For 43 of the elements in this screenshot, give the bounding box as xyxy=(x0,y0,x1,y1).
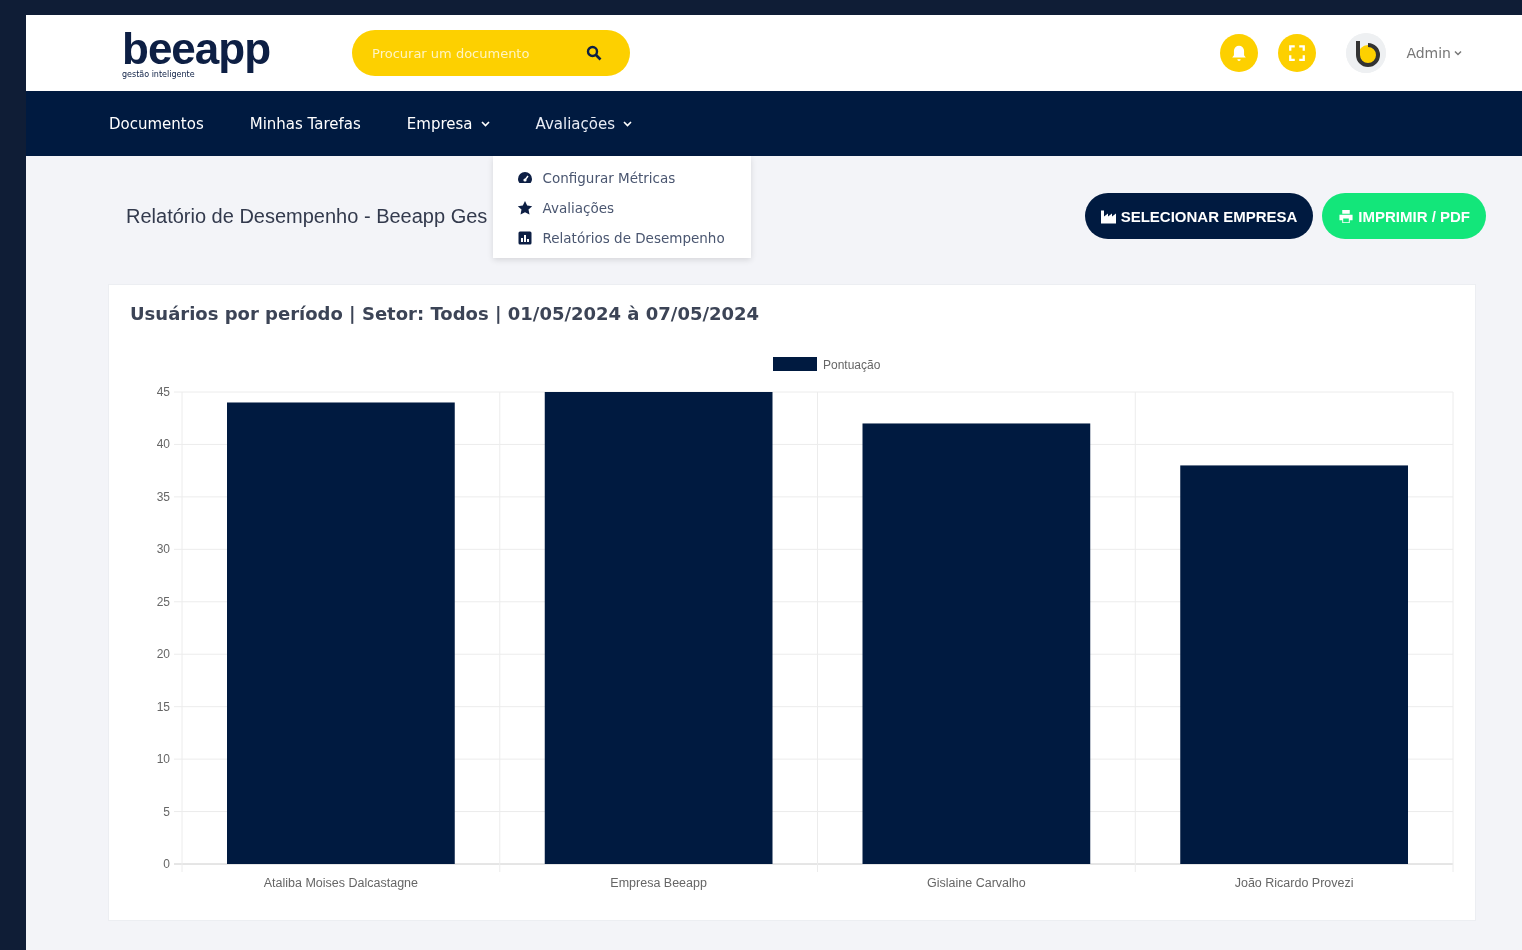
y-tick-label: 35 xyxy=(156,489,170,504)
logo-tagline: gestão inteligente xyxy=(122,71,195,79)
fullscreen-icon xyxy=(1288,44,1307,62)
y-tick-label: 15 xyxy=(156,699,170,714)
fullscreen-button[interactable] xyxy=(1278,34,1317,72)
menu-item[interactable]: Avaliações xyxy=(516,200,727,216)
nav-item[interactable]: Minhas Tarefas xyxy=(226,91,384,156)
y-tick-label: 0 xyxy=(163,857,170,871)
x-axis-label: João Ricardo Provezi xyxy=(1234,876,1354,890)
page-title: Relatório de Desempenho - Beeapp Ges xyxy=(126,204,488,228)
printer-icon xyxy=(1338,208,1355,224)
bell-icon xyxy=(1230,44,1249,62)
y-tick-label: 10 xyxy=(156,752,170,767)
notifications-button[interactable] xyxy=(1220,34,1259,72)
y-tick-label: 40 xyxy=(156,437,170,452)
nav-item[interactable]: Avaliações xyxy=(512,91,655,156)
y-tick-label: 25 xyxy=(156,594,170,609)
factory-icon xyxy=(1100,208,1117,224)
star-icon xyxy=(516,200,533,216)
caret-icon xyxy=(622,120,632,127)
logo[interactable]: beeapp xyxy=(122,27,271,71)
report-icon xyxy=(516,230,533,246)
user-menu[interactable]: Admin xyxy=(1406,45,1462,61)
legend-swatch[interactable] xyxy=(773,357,817,371)
x-axis-label: Gislaine Carvalho xyxy=(927,876,1026,890)
legend-label[interactable]: Pontuação xyxy=(823,358,881,372)
caret-icon xyxy=(480,120,490,127)
menu-item[interactable]: Relatórios de Desempenho xyxy=(516,230,727,246)
gauge-icon xyxy=(516,170,533,186)
y-tick-label: 45 xyxy=(156,385,170,399)
card-title: Usuários por período | Setor: Todos | 01/05/2024 à 07/05/2024 xyxy=(130,303,761,324)
y-tick-label: 5 xyxy=(163,804,170,819)
nav-item[interactable]: Documentos xyxy=(86,91,227,156)
nav-item[interactable]: Empresa xyxy=(383,91,513,156)
x-axis-label: Empresa Beeapp xyxy=(610,876,707,890)
y-tick-label: 20 xyxy=(156,647,170,662)
y-tick-label: 30 xyxy=(156,542,170,557)
select-company-button[interactable]: SELECIONAR EMPRESA xyxy=(1084,193,1314,239)
search-field[interactable]: Procurar um documento xyxy=(352,30,631,76)
search-icon[interactable] xyxy=(586,45,603,61)
x-axis-label: Ataliba Moises Dalcastagne xyxy=(263,876,418,890)
menu-item[interactable]: Configurar Métricas xyxy=(516,170,727,186)
caret-icon xyxy=(1454,50,1462,56)
